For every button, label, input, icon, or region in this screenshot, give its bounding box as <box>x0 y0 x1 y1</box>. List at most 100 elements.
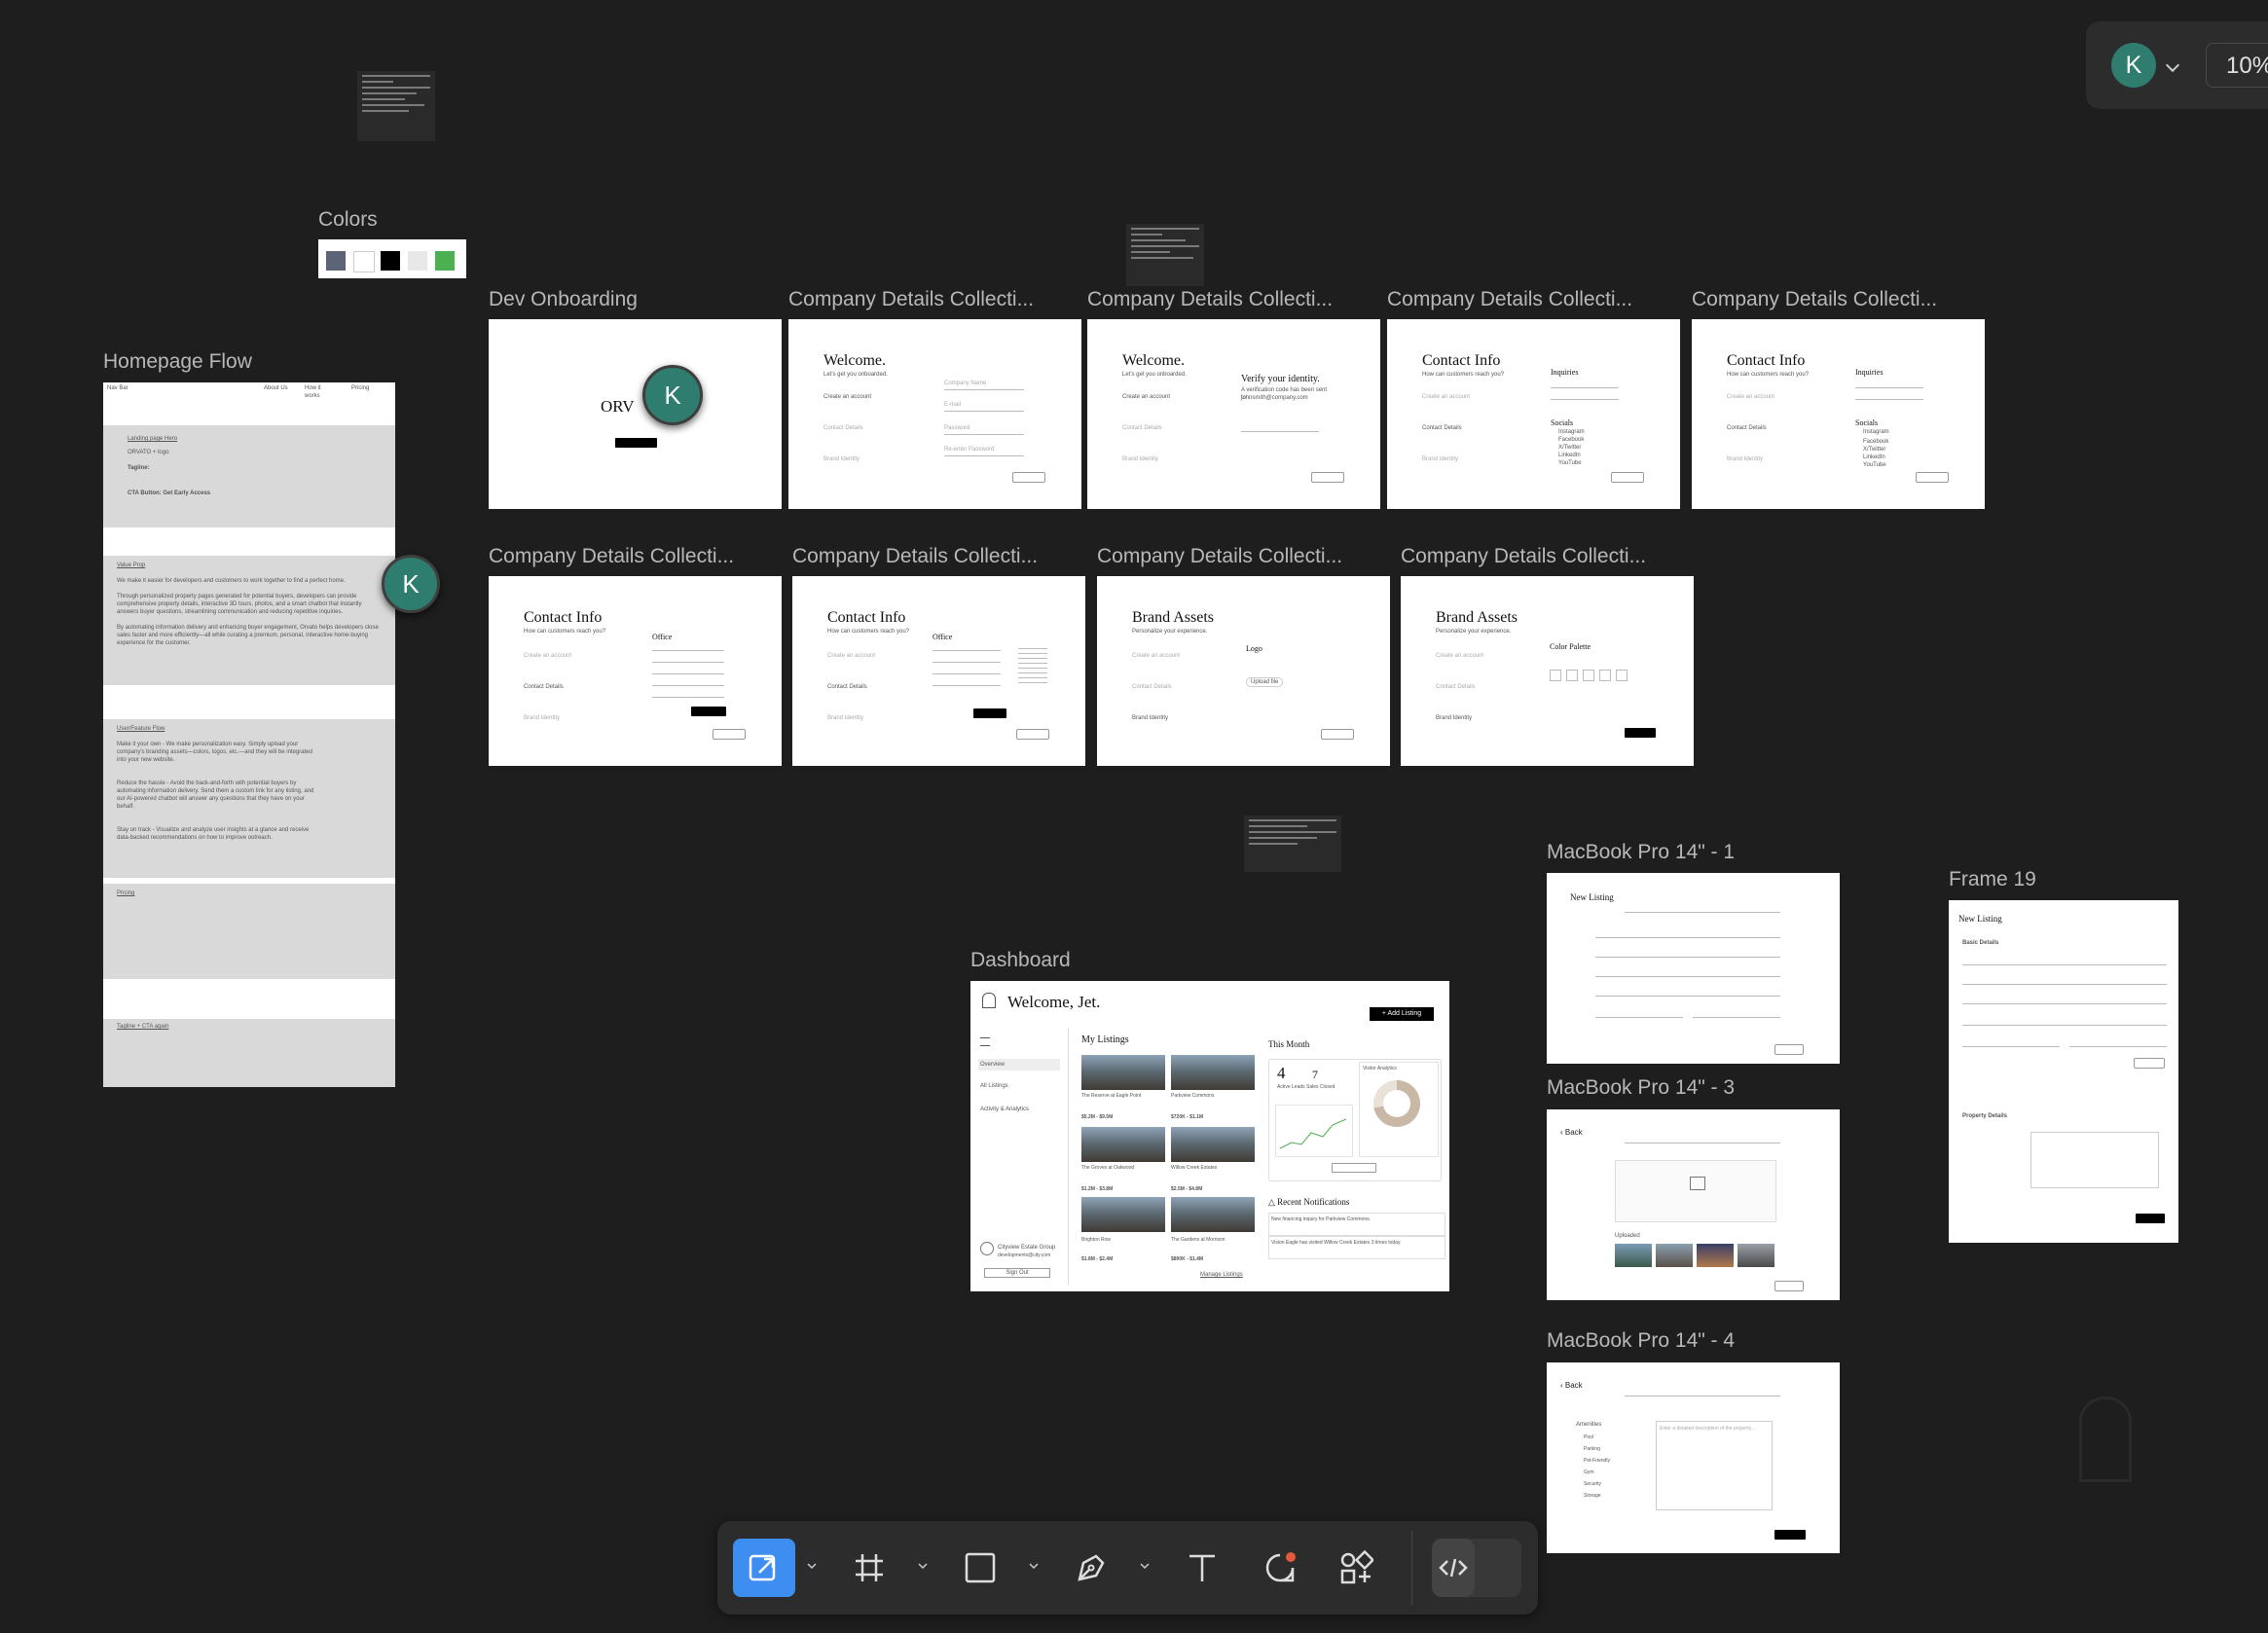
company-details-frame-brand-logo[interactable]: Brand Assets Personalize your experience… <box>1097 576 1390 766</box>
listing-photo[interactable] <box>1171 1197 1255 1232</box>
social-item[interactable]: Facebook <box>1558 436 1584 444</box>
next-button[interactable] <box>1774 1044 1804 1055</box>
listing-photo[interactable] <box>1171 1127 1255 1162</box>
collaborator-avatar[interactable]: K <box>642 365 703 425</box>
next-button[interactable] <box>1916 472 1949 483</box>
next-button[interactable] <box>1311 472 1344 483</box>
hamburger-icon[interactable] <box>980 1037 990 1046</box>
chevron-down-icon[interactable] <box>1028 1560 1040 1572</box>
chevron-down-icon[interactable] <box>1139 1560 1151 1572</box>
next-button[interactable] <box>1611 472 1644 483</box>
amenity-checkbox[interactable]: Security <box>1584 1480 1601 1488</box>
finish-button[interactable] <box>1625 728 1656 738</box>
chevron-down-icon[interactable] <box>917 1560 929 1572</box>
frame-label-company-details[interactable]: Company Details Collecti... <box>1387 288 1632 311</box>
company-details-frame-contact[interactable]: Contact Info How can customers reach you… <box>1387 319 1680 509</box>
frame-label-company-details[interactable]: Company Details Collecti... <box>1692 288 1937 311</box>
social-item[interactable]: LinkedIn <box>1863 454 1885 461</box>
notification-item[interactable]: Vision Eagle has visited Willow Creek Es… <box>1268 1236 1445 1259</box>
palette-slot[interactable] <box>1599 670 1611 681</box>
company-details-frame-office[interactable]: Contact Info How can customers reach you… <box>489 576 782 766</box>
shape-tool[interactable] <box>953 1539 1007 1597</box>
dev-mode-toggle[interactable] <box>1432 1539 1521 1597</box>
frame-label-company-details[interactable]: Company Details Collecti... <box>788 288 1034 311</box>
palette-slot[interactable] <box>1566 670 1578 681</box>
frame-label-frame-19[interactable]: Frame 19 <box>1949 868 2036 891</box>
chevron-down-icon[interactable] <box>2165 57 2180 73</box>
amenity-checkbox[interactable]: Parking <box>1584 1445 1600 1453</box>
field-company-name[interactable]: Company Name <box>944 380 986 387</box>
add-office-button[interactable] <box>691 707 726 716</box>
note-thumbnail[interactable] <box>357 71 435 141</box>
comment-tool[interactable] <box>1253 1539 1307 1597</box>
frame-label-company-details[interactable]: Company Details Collecti... <box>489 545 734 568</box>
social-item[interactable]: Instagram <box>1863 428 1889 436</box>
view-more-button[interactable] <box>1332 1163 1376 1173</box>
frame-label-dev-onboarding[interactable]: Dev Onboarding <box>489 288 638 311</box>
amenity-checkbox[interactable]: Pool <box>1584 1433 1593 1441</box>
listing-photo[interactable] <box>1081 1127 1165 1162</box>
company-details-frame-office[interactable]: Contact Info How can customers reach you… <box>792 576 1085 766</box>
amenity-checkbox[interactable]: Pet-Friendly <box>1584 1457 1610 1465</box>
frame-label-company-details[interactable]: Company Details Collecti... <box>1097 545 1342 568</box>
image-upload-dropzone[interactable] <box>1615 1160 1776 1222</box>
amenity-checkbox[interactable]: Storage <box>1584 1492 1601 1500</box>
social-item[interactable]: X/Twitter <box>1863 446 1885 454</box>
description-textarea[interactable]: Enter a detailed description of the prop… <box>1656 1421 1773 1510</box>
listing-photo[interactable] <box>1171 1055 1255 1090</box>
upload-file-button[interactable]: Upload file <box>1246 677 1284 687</box>
manage-listings-link[interactable]: Manage Listings <box>1200 1271 1243 1279</box>
publish-button[interactable] <box>1774 1530 1806 1540</box>
next-button[interactable] <box>1012 472 1045 483</box>
frame-label-dashboard[interactable]: Dashboard <box>970 949 1071 972</box>
homepage-flow-frame[interactable]: Nav Bar About Us How it works Pricing La… <box>103 382 395 1087</box>
get-early-access-button[interactable] <box>615 438 657 448</box>
frame-label-colors[interactable]: Colors <box>318 208 378 232</box>
next-button[interactable] <box>2134 1058 2165 1069</box>
company-details-frame-brand-palette[interactable]: Brand Assets Personalize your experience… <box>1401 576 1694 766</box>
back-button[interactable]: ‹ Back <box>1560 1129 1583 1137</box>
pen-tool[interactable] <box>1064 1539 1118 1597</box>
listing-photo[interactable] <box>1081 1055 1165 1090</box>
social-item[interactable]: X/Twitter <box>1558 444 1581 452</box>
user-avatar[interactable]: K <box>2111 43 2156 88</box>
sign-out-button[interactable]: Sign Out <box>984 1268 1050 1278</box>
next-button[interactable] <box>713 729 746 740</box>
description-textarea[interactable] <box>2030 1132 2159 1188</box>
social-item[interactable]: YouTube <box>1558 459 1582 467</box>
company-details-frame-contact[interactable]: Contact Info How can customers reach you… <box>1692 319 1985 509</box>
move-tool[interactable] <box>733 1539 795 1597</box>
next-button[interactable] <box>1774 1281 1804 1291</box>
palette-slot[interactable] <box>1616 670 1628 681</box>
field-email[interactable]: E-mail <box>944 401 961 409</box>
uploaded-photo[interactable] <box>1615 1244 1652 1267</box>
nav-all-listings[interactable]: All Listings <box>980 1082 1008 1090</box>
frame-label-mbp-1[interactable]: MacBook Pro 14" - 1 <box>1547 841 1735 864</box>
frame-label-mbp-4[interactable]: MacBook Pro 14" - 4 <box>1547 1329 1735 1353</box>
uploaded-photo[interactable] <box>1697 1244 1734 1267</box>
actions-tool[interactable] <box>1329 1539 1383 1597</box>
text-tool[interactable] <box>1175 1539 1229 1597</box>
mbp-4-frame[interactable]: ‹ Back Amenities Pool Parking Pet-Friend… <box>1547 1362 1840 1553</box>
dashboard-frame[interactable]: Welcome, Jet. + Add Listing Overview All… <box>970 981 1449 1291</box>
field-reenter-password[interactable]: Re-enter Password <box>944 446 994 454</box>
add-office-button[interactable] <box>973 708 1006 718</box>
publish-button[interactable] <box>2136 1214 2165 1223</box>
field-password[interactable]: Password <box>944 424 969 432</box>
back-button[interactable]: ‹ Back <box>1560 1382 1583 1390</box>
zoom-level[interactable]: 10% <box>2206 43 2268 88</box>
collaborator-avatar[interactable]: K <box>382 555 440 613</box>
frame-label-homepage-flow[interactable]: Homepage Flow <box>103 350 252 374</box>
social-item[interactable]: YouTube <box>1863 461 1886 469</box>
frame-label-company-details[interactable]: Company Details Collecti... <box>792 545 1038 568</box>
listing-photo[interactable] <box>1081 1197 1165 1232</box>
frame-tool[interactable] <box>842 1539 896 1597</box>
next-button[interactable] <box>1016 729 1049 740</box>
nav-overview[interactable]: Overview <box>978 1059 1060 1071</box>
company-details-frame-welcome[interactable]: Welcome. Let's get you onboarded. Create… <box>788 319 1081 509</box>
social-item[interactable]: LinkedIn <box>1558 452 1581 459</box>
notification-item[interactable]: New financing inquiry for Parkview Commo… <box>1268 1213 1445 1236</box>
note-thumbnail[interactable] <box>1244 816 1341 872</box>
social-item[interactable]: Facebook <box>1863 438 1888 446</box>
frame-label-mbp-3[interactable]: MacBook Pro 14" - 3 <box>1547 1076 1735 1100</box>
